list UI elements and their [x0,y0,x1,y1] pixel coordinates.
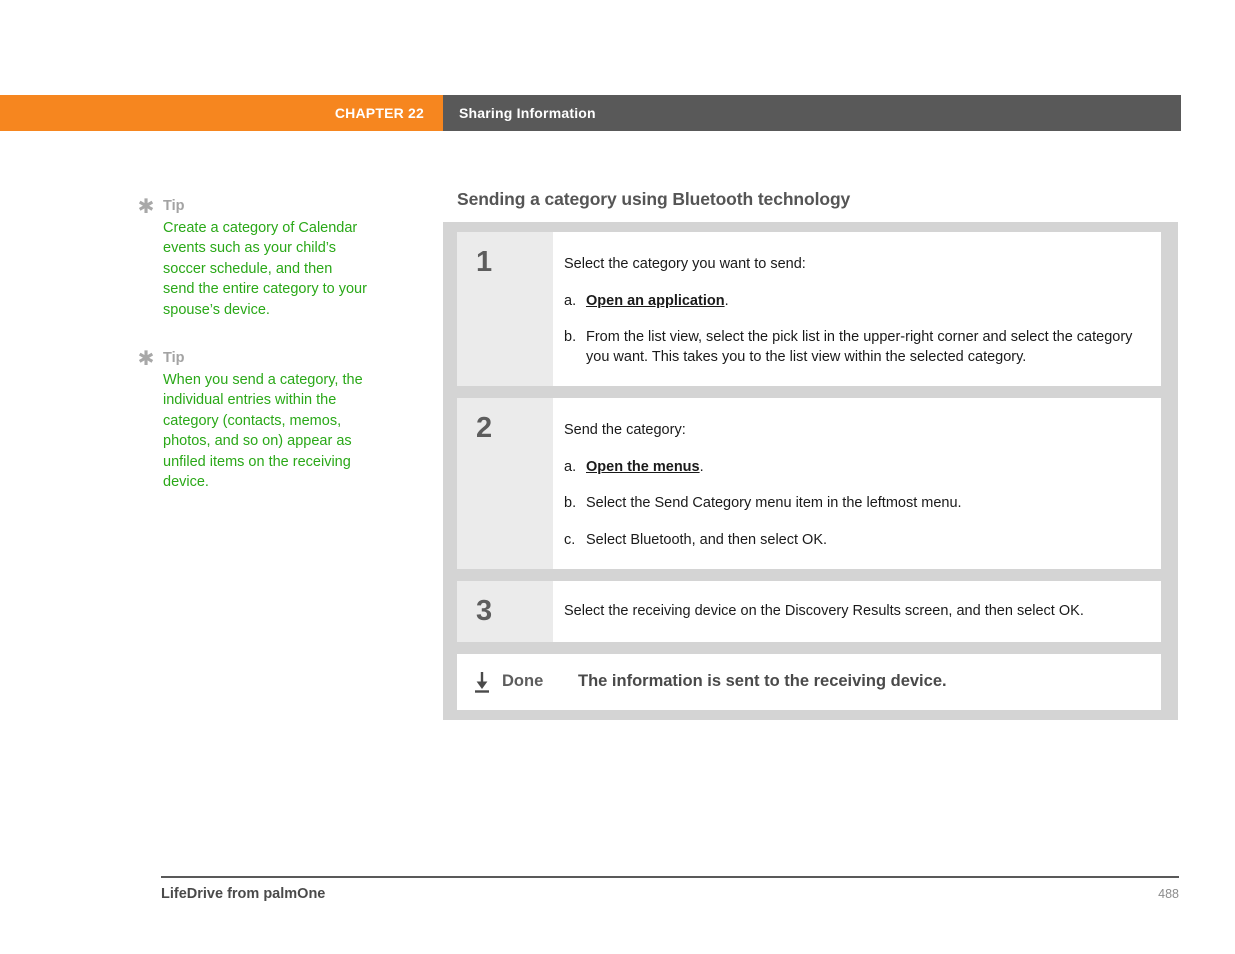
done-text: The information is sent to the receiving… [578,672,947,690]
tip-text: When you send a category, the individual… [163,371,363,491]
substep-text: From the list view, select the pick list… [586,329,1133,365]
page-header-band: CHAPTER 22 Sharing Information [0,95,1181,131]
header-chapter-block: CHAPTER 22 [0,95,443,131]
substep-marker: c. [564,531,576,548]
step-body: Select the receiving device on the Disco… [553,581,1161,642]
step-lead-text: Select the receiving device on the Disco… [564,603,1084,619]
substep-text: Select Bluetooth, and then select OK. [586,531,828,548]
substep-marker: a. [564,458,577,475]
done-row: Done The information is sent to the rece… [457,653,1161,710]
substep-marker: b. [564,329,577,345]
substep-marker: b. [564,495,577,511]
step-lead-text: Select the category you want to send: [564,256,806,272]
tip-block: ✱ Tip Create a category of Calendar even… [137,196,367,320]
substep-text: Select the Send Category menu item in th… [586,495,962,511]
substep-marker: a. [564,292,577,309]
asterisk-icon: ✱ [137,194,155,218]
substep-trailing-text: . [724,292,729,309]
tip-label: Tip [163,350,185,366]
step-row: 1 Select the category you want to send: … [457,232,1161,386]
header-section-block: Sharing Information [443,95,1181,131]
step-body: Send the category: a. Open the menus. b.… [553,398,1161,569]
tip-body: Tip When you send a category, the indivi… [163,348,367,493]
download-arrow-icon [471,670,493,694]
substep-text: Open the menus. [586,458,1144,478]
main-content: Sending a category using Bluetooth techn… [457,189,1178,222]
done-label: Done [502,672,544,690]
step-number: 1 [457,232,553,386]
page-title: Sending a category using Bluetooth techn… [457,189,851,209]
step-lead-text: Send the category: [564,422,686,438]
sidebar-tips: ✱ Tip Create a category of Calendar even… [137,196,367,521]
substep-trailing-text: . [699,458,704,475]
asterisk-icon: ✱ [137,346,155,370]
open-the-menus-link[interactable]: Open the menus [586,459,700,475]
step-body: Select the category you want to send: a.… [553,232,1161,386]
tip-block: ✱ Tip When you send a category, the indi… [137,348,367,493]
step-row: 3 Select the receiving device on the Dis… [457,581,1161,642]
substep: b. From the list view, select the pick l… [564,328,1144,367]
substep: c. Select Bluetooth, and then select OK. [564,531,1144,551]
substep-text: Open an application. [586,292,1144,312]
footer-divider [161,876,1179,878]
steps-container: 1 Select the category you want to send: … [443,222,1178,720]
substep: a. Open an application. [564,292,1144,312]
open-an-application-link[interactable]: Open an application [586,293,725,309]
footer-page-number: 488 [1158,887,1179,901]
tip-label: Tip [163,198,185,214]
step-number: 2 [457,398,553,569]
chapter-label: CHAPTER 22 [334,105,424,121]
step-number: 3 [457,581,553,642]
step-row: 2 Send the category: a. Open the menus. … [457,398,1161,569]
tip-text: Create a category of Calendar events suc… [163,219,367,318]
page-footer: LifeDrive from palmOne 488 [161,876,1179,902]
tip-body: Tip Create a category of Calendar events… [163,196,367,320]
footer-inner: LifeDrive from palmOne 488 [161,886,1179,902]
substep: b. Select the Send Category menu item in… [564,494,1144,514]
footer-product-title: LifeDrive from palmOne [161,886,326,902]
section-title: Sharing Information [459,105,596,121]
substep: a. Open the menus. [564,458,1144,478]
